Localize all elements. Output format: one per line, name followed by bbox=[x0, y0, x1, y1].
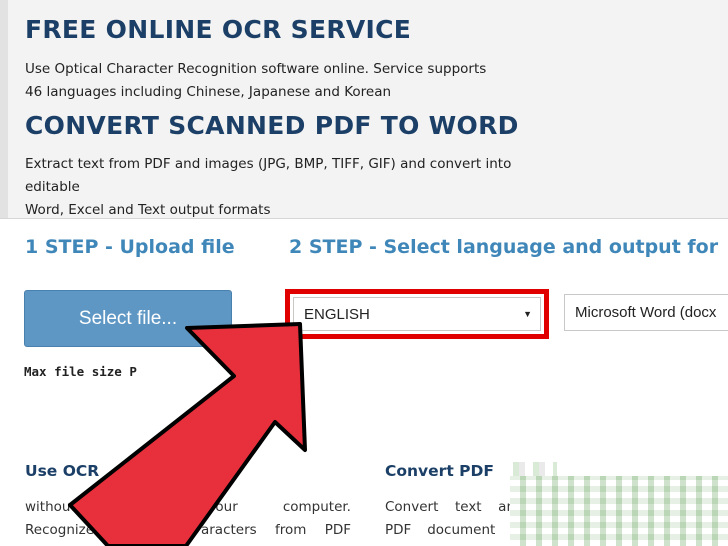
service-description-line: 46 languages including Chinese, Japanese… bbox=[25, 84, 392, 100]
word: your bbox=[207, 499, 238, 515]
text-line: without llation your computer. bbox=[25, 496, 351, 519]
convert-pdf-text: Convert text an PDF document i bbox=[385, 496, 515, 542]
dropdown-caret-icon: ▼ bbox=[523, 309, 532, 319]
word: Convert bbox=[385, 499, 439, 515]
service-description-line: Use Optical Character Recognition softwa… bbox=[25, 61, 487, 77]
word: without bbox=[25, 499, 76, 515]
convert-description: Extract text from PDF and images (JPG, B… bbox=[25, 153, 545, 222]
page-title: FREE ONLINE OCR SERVICE bbox=[25, 15, 412, 44]
language-select-highlight: ENGLISH ▼ bbox=[285, 289, 549, 339]
output-format-select[interactable]: Microsoft Word (docx bbox=[564, 294, 728, 331]
pixelated-overlay bbox=[510, 476, 728, 546]
header-panel: FREE ONLINE OCR SERVICE Use Optical Char… bbox=[0, 0, 728, 219]
word: document bbox=[427, 522, 496, 538]
word: and bbox=[157, 522, 183, 538]
text-line: Recognize text and aracters from PDF bbox=[25, 519, 351, 542]
language-select[interactable]: ENGLISH ▼ bbox=[293, 297, 541, 331]
text-line: Convert text an bbox=[385, 496, 515, 519]
text-line: PDF document i bbox=[385, 519, 515, 542]
output-format-value: Microsoft Word (docx bbox=[575, 304, 717, 321]
word: Recognize bbox=[25, 522, 95, 538]
word: from bbox=[274, 522, 307, 538]
section-title: CONVERT SCANNED PDF TO WORD bbox=[25, 111, 519, 140]
step2-heading: 2 STEP - Select language and output for bbox=[289, 236, 719, 258]
word: llation bbox=[120, 499, 163, 515]
step1-heading: 1 STEP - Upload file bbox=[25, 236, 235, 258]
use-ocr-heading: Use OCR bbox=[25, 462, 100, 480]
service-description: Use Optical Character Recognition softwa… bbox=[25, 58, 545, 104]
word: PDF bbox=[385, 522, 412, 538]
language-select-value: ENGLISH bbox=[304, 305, 370, 323]
convert-pdf-heading: Convert PDF bbox=[385, 462, 494, 480]
convert-description-line: Word, Excel and Text output formats bbox=[25, 202, 271, 218]
word: text bbox=[112, 522, 139, 538]
word: text bbox=[454, 499, 482, 515]
word: aracters bbox=[200, 522, 257, 538]
convert-description-line: Extract text from PDF and images (JPG, B… bbox=[25, 156, 512, 195]
use-ocr-text: without llation your computer. Recognize… bbox=[25, 496, 351, 542]
word: computer. bbox=[282, 499, 351, 515]
max-file-size-note: Max file size P bbox=[24, 364, 137, 379]
select-file-button[interactable]: Select file... bbox=[24, 290, 232, 347]
word: PDF bbox=[324, 522, 352, 538]
